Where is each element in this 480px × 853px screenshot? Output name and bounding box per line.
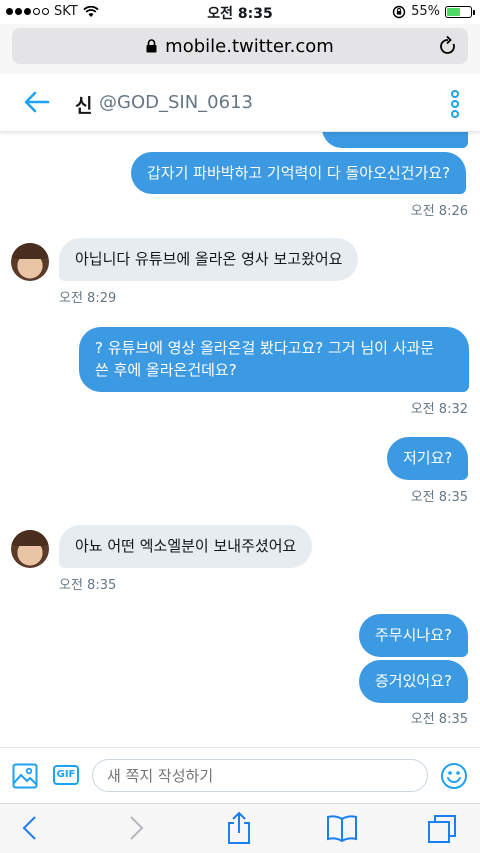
- message-bubble-outgoing[interactable]: ? 유튜브에 영상 올라온걸 봤다고요? 그거 님이 사과문 쓴 후에 올라온건…: [79, 327, 469, 392]
- kebab-menu-icon[interactable]: [450, 90, 460, 118]
- tabs-icon[interactable]: [427, 814, 457, 844]
- lock-icon: [146, 39, 157, 53]
- avatar[interactable]: [11, 530, 49, 568]
- chevron-right-icon[interactable]: [126, 814, 146, 842]
- contact-handle: @GOD_SIN_0613: [99, 92, 253, 113]
- status-bar: SKT 오전 8:35 55%: [0, 0, 480, 24]
- message-bubble-outgoing[interactable]: 주무시나요?: [359, 614, 468, 657]
- message-timestamp: 오전 8:32: [410, 402, 468, 417]
- message-input[interactable]: [92, 759, 428, 792]
- share-icon[interactable]: [226, 811, 252, 845]
- chevron-left-icon[interactable]: [20, 814, 40, 842]
- message-line: 쓴 후에 올라온건데요?: [95, 361, 237, 379]
- emoji-icon[interactable]: [440, 762, 468, 790]
- battery-icon: [445, 5, 475, 18]
- image-icon[interactable]: [12, 763, 38, 789]
- avatar[interactable]: [11, 243, 49, 281]
- message-bubble-incoming[interactable]: 아뇨 어떤 엑소엘분이 보내주셨어요: [59, 525, 313, 568]
- message-timestamp: 오전 8:29: [59, 291, 117, 306]
- back-arrow-icon[interactable]: [24, 91, 50, 113]
- message-bubble-incoming[interactable]: 아닙니다 유튜브에 올라온 영사 보고왔어요: [59, 238, 359, 281]
- browser-toolbar: [0, 803, 480, 853]
- gif-icon[interactable]: GIF: [53, 765, 79, 785]
- message-timestamp: 오전 8:35: [59, 578, 117, 593]
- orientation-lock-icon: [392, 5, 406, 18]
- message-list[interactable]: 갑자기 파바박하고 기억력이 다 돌아오신건가요? 오전 8:26 아닙니다 유…: [0, 132, 480, 747]
- message-bubble-outgoing[interactable]: 증거있어요?: [359, 660, 468, 703]
- message-timestamp: 오전 8:35: [410, 490, 468, 505]
- battery-percent: 55%: [411, 4, 440, 19]
- conversation-header: 신 @GOD_SIN_0613: [0, 74, 480, 132]
- message-line: ? 유튜브에 영상 올라온걸 봤다고요? 그거 님이 사과문: [95, 339, 435, 357]
- url-text: mobile.twitter.com: [165, 35, 334, 57]
- message-bubble-outgoing[interactable]: 저기요?: [387, 437, 469, 480]
- message-bubble-partial: [322, 132, 468, 148]
- reload-icon[interactable]: [438, 35, 458, 57]
- message-timestamp: 오전 8:35: [410, 712, 468, 727]
- message-composer: GIF: [0, 747, 480, 803]
- status-right: 55%: [392, 4, 475, 19]
- browser-address-area: mobile.twitter.com: [0, 24, 480, 74]
- bookmarks-icon[interactable]: [326, 814, 358, 842]
- contact-name: 신: [75, 95, 93, 117]
- message-timestamp: 오전 8:26: [410, 204, 468, 219]
- address-bar[interactable]: mobile.twitter.com: [12, 28, 468, 64]
- message-bubble-outgoing[interactable]: 갑자기 파바박하고 기억력이 다 돌아오신건가요?: [131, 152, 467, 194]
